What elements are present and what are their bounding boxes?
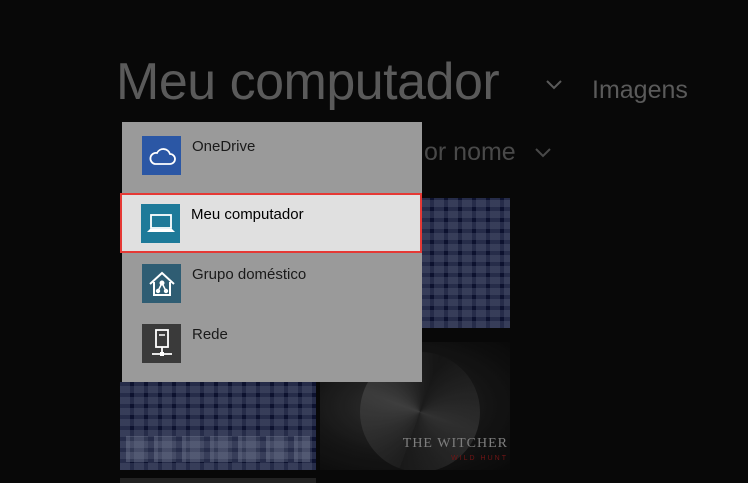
witcher-logo-text: THE WITCHER [402,436,508,451]
menu-item-label: Meu computador [191,206,304,223]
menu-item-label: Grupo doméstico [192,266,307,283]
rede-tile [142,324,181,363]
menu-item-meu-computador[interactable]: Meu computador [120,193,422,253]
image-thumbnail-keyboard-1[interactable] [420,198,510,328]
network-icon [151,328,172,356]
laptop-icon [146,213,175,232]
menu-item-label: Rede [192,326,228,343]
sort-chevron-down-icon[interactable] [534,144,552,162]
grupo-domestico-tile [142,264,181,303]
menu-item-label: OneDrive [192,138,256,155]
cloud-icon [149,147,176,165]
homegroup-icon [148,271,175,296]
onedrive-tile [142,136,181,175]
sort-label[interactable]: or nome [424,138,516,167]
menu-item-grupo-domestico[interactable]: Grupo doméstico [122,254,422,312]
menu-item-onedrive[interactable]: OneDrive [122,126,422,184]
page-title: Meu computador [116,53,500,111]
menu-item-rede[interactable]: Rede [122,314,422,372]
image-thumbnail-partial[interactable] [120,478,316,483]
chevron-down-icon[interactable] [545,76,563,94]
meu-computador-tile [141,204,180,243]
location-dropdown-menu: OneDrive Meu computador Grupo doméstico [120,122,422,382]
witcher-logo-subtitle: WILD HUNT [451,455,508,462]
image-thumbnail-keyboard-2[interactable] [120,382,316,470]
breadcrumb[interactable]: Imagens [592,76,688,105]
